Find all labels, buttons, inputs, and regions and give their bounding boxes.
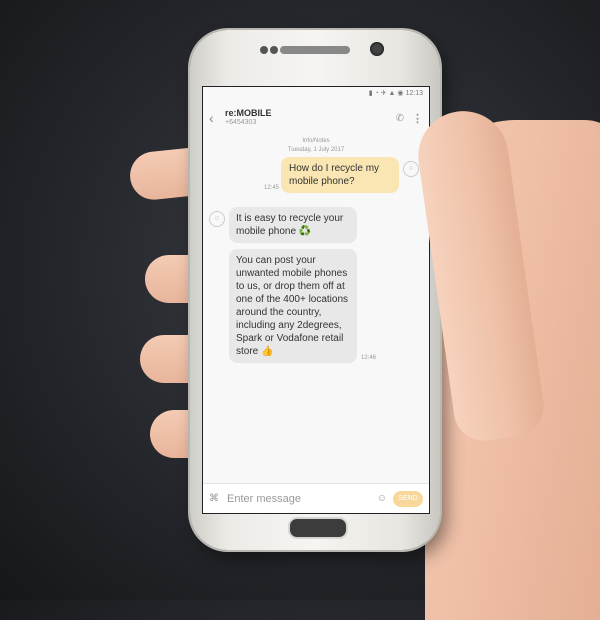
thread-info-label: Info/Notes [302, 138, 330, 144]
proximity-sensor [260, 46, 268, 54]
incoming-message-bubble[interactable]: You can post your unwanted mobile phones… [229, 249, 357, 363]
outgoing-message-row: 12:45 How do I recycle my mobile phone? … [203, 157, 429, 201]
emoji-icon[interactable]: ☺ [377, 493, 387, 504]
chat-header: ‹ re:MOBILE +6454303 ✆ ⋮ [203, 101, 429, 135]
contact-name: re:MOBILE [225, 108, 272, 119]
phone-screen: ▮ ◔ ✈ ▲ ◉ 12:13 ‹ re:MOBILE +6454303 ✆ ⋮… [202, 86, 430, 514]
phone-icon[interactable]: ✆ [396, 113, 404, 124]
more-vertical-icon[interactable]: ⋮ [412, 112, 423, 125]
home-button[interactable] [288, 517, 348, 539]
front-camera [370, 42, 384, 56]
contact-info[interactable]: re:MOBILE +6454303 [225, 108, 396, 127]
contact-number: +6454303 [225, 119, 257, 127]
date-divider: Tuesday, 1 July 2017 [287, 147, 345, 153]
send-button[interactable]: SEND [393, 490, 423, 507]
outgoing-message-bubble[interactable]: How do I recycle my mobile phone? [281, 157, 399, 193]
paperclip-icon[interactable]: ⌘ [209, 493, 223, 504]
avatar[interactable]: ○ [209, 211, 225, 227]
earpiece-speaker [280, 46, 350, 54]
message-composer: ⌘ ☺ SEND [203, 483, 429, 513]
chevron-left-icon[interactable]: ‹ [209, 110, 225, 126]
message-input[interactable] [223, 492, 377, 505]
status-bar: ▮ ◔ ✈ ▲ ◉ 12:13 [368, 90, 423, 97]
smartphone: ▮ ◔ ✈ ▲ ◉ 12:13 ‹ re:MOBILE +6454303 ✆ ⋮… [190, 30, 440, 550]
message-time: 12:46 [361, 355, 377, 361]
avatar[interactable]: ○ [403, 161, 419, 177]
message-time: 12:45 [263, 185, 279, 191]
incoming-message-group: ○ It is easy to recycle your mobile phon… [203, 207, 429, 363]
light-sensor [270, 46, 278, 54]
incoming-message-bubble[interactable]: It is easy to recycle your mobile phone … [229, 207, 357, 243]
